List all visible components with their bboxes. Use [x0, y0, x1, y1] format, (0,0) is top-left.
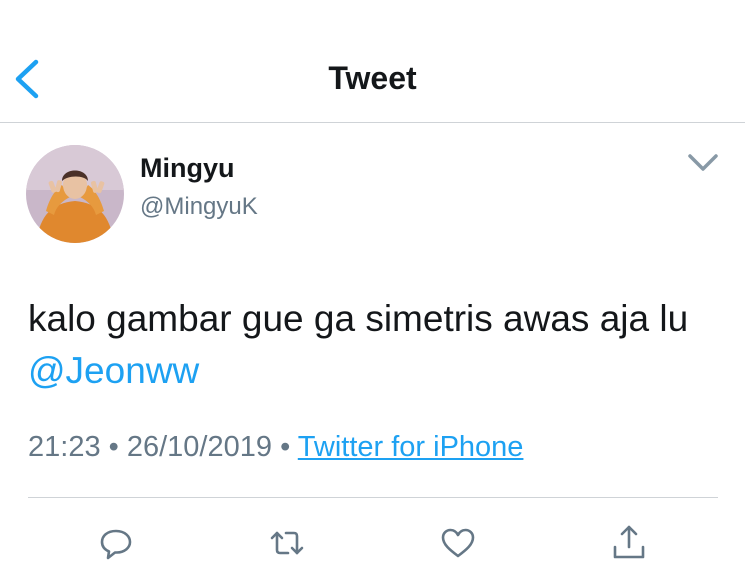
tweet-text-body: kalo gambar gue ga simetris awas aja lu: [28, 298, 689, 339]
mention-link[interactable]: @Jeonww: [28, 350, 199, 391]
chevron-down-icon: [688, 154, 718, 171]
tweet-metadata: 21:23 • 26/10/2019 • Twitter for iPhone: [28, 428, 523, 466]
tweet-text: kalo gambar gue ga simetris awas aja lu …: [28, 293, 718, 397]
display-name[interactable]: Mingyu: [140, 152, 235, 184]
reply-button[interactable]: [96, 523, 136, 563]
tweet-time: 21:23: [28, 431, 101, 463]
retweet-icon: [270, 531, 304, 555]
share-button[interactable]: [609, 523, 649, 563]
avatar[interactable]: [26, 145, 124, 243]
separator-dot: •: [280, 431, 291, 463]
navigation-bar: Tweet: [0, 0, 745, 123]
source-link[interactable]: Twitter for iPhone: [298, 431, 524, 463]
avatar-image: [26, 145, 124, 243]
retweet-button[interactable]: [267, 523, 307, 563]
like-button[interactable]: [438, 523, 478, 563]
divider: [28, 497, 718, 498]
tweet-date: 26/10/2019: [126, 431, 273, 463]
page-title: Tweet: [328, 60, 417, 96]
share-icon: [613, 525, 645, 559]
more-options-button[interactable]: [684, 148, 722, 178]
like-icon: [441, 528, 475, 558]
reply-icon: [100, 529, 132, 560]
separator-dot: •: [108, 431, 119, 463]
user-handle[interactable]: @MingyuK: [140, 192, 258, 222]
